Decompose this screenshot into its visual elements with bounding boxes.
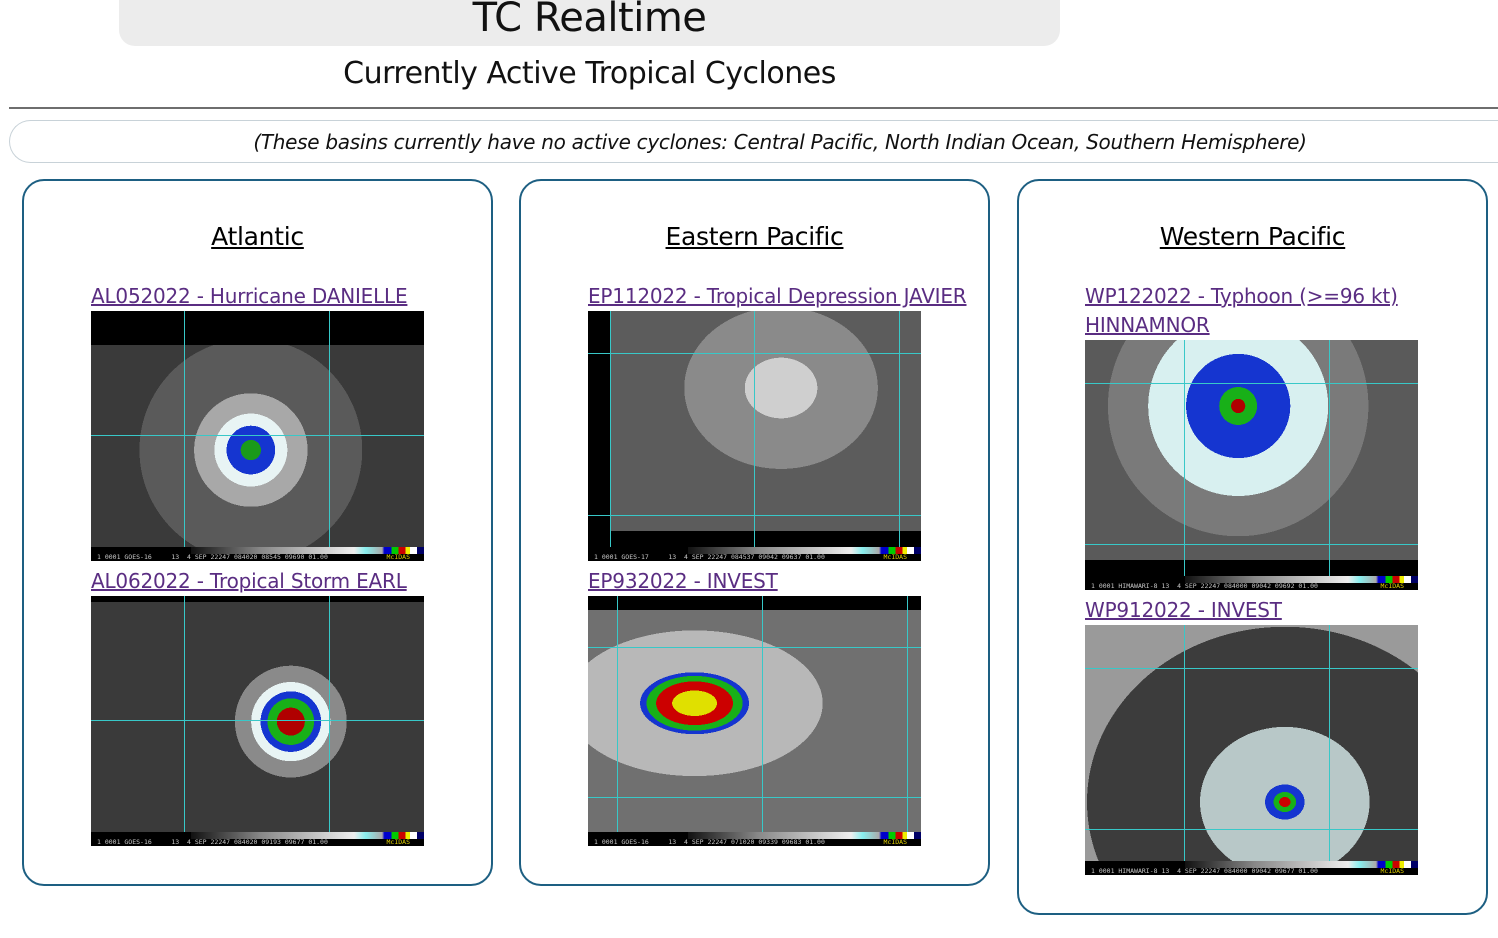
image-caption: 1 0001 HIMAWARI-8 13 4 SEP 22247 084000 … [1091,867,1318,875]
storm-link-wp912022[interactable]: WP912022 - INVEST [1085,596,1282,625]
satellite-image-ep932022[interactable]: 1 0001 GOES-16 13 4 SEP 22247 071020 093… [588,596,921,846]
basin-heading-western-pacific: Western Pacific [1159,222,1346,251]
inactive-basins-notice: (These basins currently have no active c… [9,120,1498,163]
mcidas-logo: McIDAS [883,838,907,846]
basin-panel-atlantic: Atlantic AL052022 - Hurricane DANIELLE 1… [22,179,493,886]
image-caption: 1 0001 GOES-16 13 4 SEP 22247 084020 085… [97,553,328,561]
mcidas-logo: McIDAS [386,553,410,561]
image-caption: 1 0001 HIMAWARI-8 13 4 SEP 22247 084000 … [1091,582,1318,590]
satellite-image-wp912022[interactable]: 1 0001 HIMAWARI-8 13 4 SEP 22247 084000 … [1085,625,1418,875]
storm-link-al062022[interactable]: AL062022 - Tropical Storm EARL [91,567,407,596]
basin-heading-eastern-pacific: Eastern Pacific [665,222,844,251]
satellite-image-al062022[interactable]: 1 0001 GOES-16 13 4 SEP 22247 084020 091… [91,596,424,846]
basin-panel-western-pacific: Western Pacific WP122022 - Typhoon (>=96… [1017,179,1488,915]
basin-panel-eastern-pacific: Eastern Pacific EP112022 - Tropical Depr… [519,179,990,886]
page-title: TC Realtime [472,0,707,41]
image-caption: 1 0001 GOES-17 13 4 SEP 22247 084537 090… [594,553,825,561]
storm-link-line1: WP122022 - Typhoon (>=96 kt) [1085,284,1398,308]
inactive-basins-text: (These basins currently have no active c… [253,130,1307,154]
image-caption: 1 0001 GOES-16 13 4 SEP 22247 084020 091… [97,838,328,846]
page-subtitle: Currently Active Tropical Cyclones [343,56,836,91]
mcidas-logo: McIDAS [1380,582,1404,590]
divider [9,107,1498,109]
storm-link-ep932022[interactable]: EP932022 - INVEST [588,567,778,596]
storm-link-wp122022[interactable]: WP122022 - Typhoon (>=96 kt) HINNAMNOR [1085,282,1398,340]
satellite-image-wp122022[interactable]: 1 0001 HIMAWARI-8 13 4 SEP 22247 084000 … [1085,340,1418,590]
basin-heading-atlantic: Atlantic [211,222,304,251]
image-caption: 1 0001 GOES-16 13 4 SEP 22247 071020 093… [594,838,825,846]
storm-link-al052022[interactable]: AL052022 - Hurricane DANIELLE [91,282,408,311]
satellite-image-al052022[interactable]: 1 0001 GOES-16 13 4 SEP 22247 084020 085… [91,311,424,561]
mcidas-logo: McIDAS [883,553,907,561]
storm-link-ep112022[interactable]: EP112022 - Tropical Depression JAVIER [588,282,967,311]
mcidas-logo: McIDAS [1380,867,1404,875]
satellite-image-ep112022[interactable]: 1 0001 GOES-17 13 4 SEP 22247 084537 090… [588,311,921,561]
storm-link-line2: HINNAMNOR [1085,313,1210,337]
mcidas-logo: McIDAS [386,838,410,846]
